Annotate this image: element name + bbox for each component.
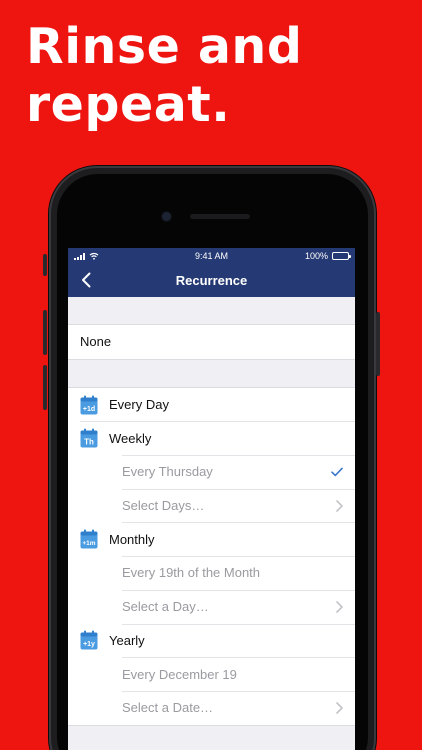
headline: Rinse and repeat. [26,18,302,134]
nav-title: Recurrence [175,273,248,288]
headline-line1: Rinse and [26,18,303,75]
none-section: None [68,324,355,360]
yearly-every-label: Every December 19 [122,666,237,682]
headline-line2: repeat. [26,76,231,133]
wifi-icon [89,252,99,260]
yearly-select-label: Select a Date… [122,700,214,716]
recurrence-options-section: +1d Every Day Th Weekly Every Thursday S… [68,386,355,726]
cellular-signal-icon [74,252,85,260]
chevron-right-icon [336,499,343,512]
option-none[interactable]: None [68,325,355,359]
option-every-day[interactable]: +1d Every Day [68,388,355,422]
weekly-every-option[interactable]: Every Thursday [68,455,355,489]
mute-switch [43,254,47,276]
option-every-day-label: Every Day [109,397,169,413]
back-button[interactable] [73,267,99,293]
yearly-select-option[interactable]: Select a Date… [68,690,355,725]
calendar-icon-text: Th [84,438,94,447]
checkmark-icon [331,467,343,477]
option-monthly[interactable]: +1m Monthly [68,522,355,556]
power-button [376,312,380,376]
app-screen: 9:41 AM 100% Recurrence None +1d Every D… [68,248,355,750]
volume-down-button [43,365,47,410]
status-bar: 9:41 AM 100% [68,248,355,264]
weekly-select-option[interactable]: Select Days… [68,488,355,523]
earpiece-speaker [190,214,250,219]
weekly-every-label: Every Thursday [122,464,213,480]
status-time: 9:41 AM [194,251,229,261]
calendar-plus-month-icon: +1m [80,529,98,549]
option-monthly-label: Monthly [109,531,155,547]
calendar-plus-year-icon: +1y [80,630,98,650]
monthly-select-label: Select a Day… [122,599,209,615]
calendar-plus-day-icon: +1d [80,395,98,415]
weekly-select-label: Select Days… [122,498,205,514]
monthly-select-option[interactable]: Select a Day… [68,589,355,624]
front-camera [162,212,171,221]
chevron-left-icon [82,272,91,288]
monthly-every-option[interactable]: Every 19th of the Month [68,556,355,590]
calendar-icon-text: +1d [83,406,95,413]
battery-icon [332,252,351,260]
option-weekly-label: Weekly [109,430,152,446]
calendar-icon-text: +1y [83,641,95,648]
chevron-right-icon [336,600,343,613]
option-none-label: None [80,334,112,350]
monthly-every-label: Every 19th of the Month [122,565,261,581]
yearly-every-option[interactable]: Every December 19 [68,657,355,691]
option-weekly[interactable]: Th Weekly [68,421,355,455]
calendar-icon-text: +1m [82,540,95,547]
navigation-bar: 9:41 AM 100% Recurrence [68,248,355,297]
volume-up-button [43,310,47,355]
calendar-weekday-icon: Th [80,428,98,448]
battery-percent: 100% [304,251,328,261]
option-yearly-label: Yearly [109,632,145,648]
option-yearly[interactable]: +1y Yearly [68,623,355,658]
chevron-right-icon [336,701,343,714]
